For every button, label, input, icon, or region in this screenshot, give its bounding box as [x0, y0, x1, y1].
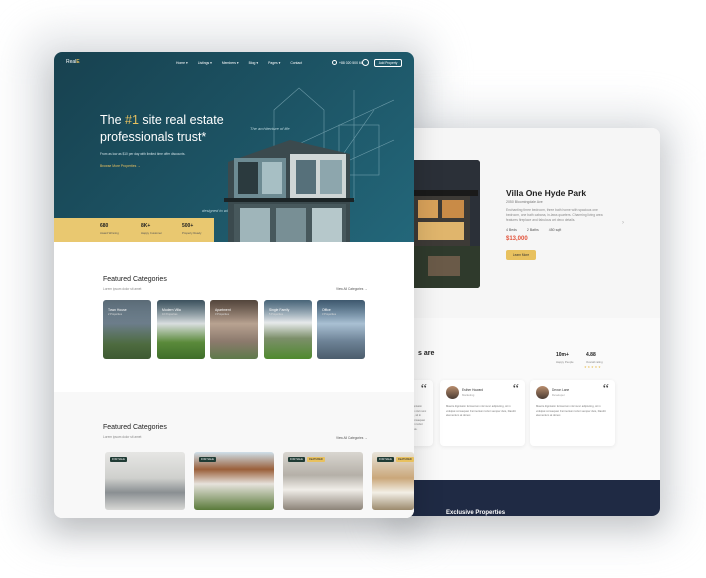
testimonials-section: s are 10m+ Happy People 4.88 Overall rat…: [398, 318, 660, 480]
logo-accent: E: [76, 59, 80, 65]
category-card-apartment[interactable]: Apartment 3 Properties: [210, 300, 258, 359]
area-spec: 450 sqft: [548, 228, 562, 232]
stat-value: 500+: [182, 223, 194, 229]
hero-title-highlight: #1: [125, 113, 139, 127]
menu-item-blog[interactable]: Blog ▾: [249, 61, 258, 65]
rating-stars-icon: ★ ★ ★ ★ ★: [584, 365, 601, 369]
featured-categories-subtitle: Lorem ipsum dolor sit amet: [103, 435, 142, 439]
testimonial-role: Developer: [552, 393, 565, 397]
category-label: Modern Villa: [162, 308, 181, 312]
testimonial-role: Marketing: [462, 393, 475, 397]
stat-happy-value: 10m+: [556, 352, 569, 358]
featured-categories-subtitle: Lorem ipsum dolor sit amet: [103, 287, 142, 291]
exclusive-section: Exclusive Properties: [398, 480, 660, 516]
stat-happy-label: Happy People: [556, 360, 574, 364]
category-label: Single Family: [269, 308, 290, 312]
property-title: Villa One Hyde Park: [506, 188, 587, 198]
category-card-modern-villa[interactable]: Modern Villa 10 Properties: [157, 300, 205, 359]
category-card-town-house[interactable]: Town House 2 Properties: [103, 300, 151, 359]
user-icon[interactable]: [362, 59, 369, 66]
avatar: [446, 386, 459, 399]
hero-section: RealE Home ▾ Listings ▾ Members ▾ Blog ▾…: [54, 52, 414, 242]
category-label: Town House: [108, 308, 127, 312]
stat-label: Happy Customer: [141, 231, 162, 235]
testimonial-name: Devon Lane: [552, 388, 570, 392]
property-address: 2050 Bloomingdale Ave: [506, 200, 543, 204]
status-badge: FOR SALE: [110, 457, 127, 462]
add-property-button[interactable]: Add Property: [374, 59, 402, 67]
learn-more-button[interactable]: Learn More: [506, 250, 536, 260]
phone-number[interactable]: +88 020 500 66: [339, 61, 363, 65]
property-photo: [408, 160, 480, 288]
property-price: $13,000: [506, 236, 528, 242]
stat-value: 680: [100, 223, 109, 229]
hero-subtitle: From as low as $10 per day with limited …: [100, 152, 186, 156]
house-image: [224, 140, 354, 242]
testimonial-card: Esther Howard Marketing “ Mauris digniss…: [440, 380, 525, 446]
site-logo[interactable]: RealE: [66, 59, 80, 65]
baths-spec: 2 Baths: [526, 228, 539, 232]
stat-label: Property Ready: [182, 231, 202, 235]
featured-badge: FEATURED: [396, 457, 414, 462]
exclusive-heading: Exclusive Properties: [446, 510, 506, 516]
property-detail-section: Villa One Hyde Park 2050 Bloomingdale Av…: [398, 128, 660, 318]
avatar: [536, 386, 549, 399]
stats-bar: 680 Award Winning 8K+ Happy Customer 500…: [54, 218, 214, 242]
category-count: 3 Properties: [322, 313, 336, 316]
testimonials-heading: s are: [418, 350, 435, 357]
category-count: 2 Properties: [108, 313, 122, 316]
testimonial-name: Esther Howard: [462, 388, 484, 392]
menu-item-home[interactable]: Home ▾: [176, 61, 188, 65]
view-all-categories-link[interactable]: View All Categories →: [336, 287, 367, 291]
beds-spec: 4 Beds: [506, 228, 517, 232]
category-count: 3 Properties: [215, 313, 229, 316]
property-card[interactable]: FOR SALE FEATURED: [372, 452, 414, 510]
hero-title-pre: The: [100, 113, 126, 127]
category-label: Apartment: [215, 308, 231, 312]
stat-rating-value: 4.88: [586, 352, 596, 358]
category-label: Office: [322, 308, 331, 312]
category-count: 10 Properties: [162, 313, 178, 316]
property-detail-mockup: Villa One Hyde Park 2050 Bloomingdale Av…: [398, 128, 660, 516]
main-menu: Home ▾ Listings ▾ Members ▾ Blog ▾ Pages…: [176, 61, 302, 65]
property-card[interactable]: FOR SALE FEATURED: [283, 452, 363, 510]
featured-categories-title: Featured Categories: [103, 424, 167, 431]
logo-text: Real: [66, 59, 77, 65]
quote-icon: “: [602, 382, 609, 397]
menu-item-members[interactable]: Members ▾: [222, 61, 239, 65]
hero-handwritten-note: The architecture of life: [250, 126, 290, 131]
status-badge: FOR SALE: [377, 457, 394, 462]
property-card[interactable]: FOR SALE: [105, 452, 185, 510]
testimonial-text: Mauris dignissim fermentum nisl nunc adi…: [446, 405, 516, 417]
menu-item-contact[interactable]: Contact: [290, 61, 302, 65]
testimonial-text: Mauris dignissim fermentum nisl nunc adi…: [536, 405, 606, 417]
mockup-stage: Villa One Hyde Park 2050 Bloomingdale Av…: [0, 0, 706, 578]
quote-icon: “: [512, 382, 519, 397]
featured-badge: FEATURED: [307, 457, 325, 462]
testimonial-card: Devon Lane Developer “ Mauris dignissim …: [530, 380, 615, 446]
top-navigation: RealE Home ▾ Listings ▾ Members ▾ Blog ▾…: [54, 52, 414, 72]
status-badge: FOR SALE: [288, 457, 305, 462]
menu-item-pages[interactable]: Pages ▾: [268, 61, 280, 65]
view-all-categories-link[interactable]: View All Categories →: [336, 436, 367, 440]
status-badge: FOR SALE: [199, 457, 216, 462]
quote-icon: “: [420, 382, 427, 397]
property-card[interactable]: FOR SALE: [194, 452, 274, 510]
property-specs: 4 Beds 2 Baths 450 sqft: [506, 228, 561, 232]
property-description: Enchanting three bedroom, three bath hom…: [506, 208, 603, 222]
browse-properties-link[interactable]: Browse More Properties →: [100, 164, 141, 168]
villa-image: [408, 160, 480, 288]
next-arrow-icon[interactable]: ›: [622, 220, 624, 226]
featured-categories-title: Featured Categories: [103, 276, 167, 283]
homepage-mockup: RealE Home ▾ Listings ▾ Members ▾ Blog ▾…: [54, 52, 414, 518]
stat-value: 8K+: [141, 223, 151, 229]
category-card-office[interactable]: Office 3 Properties: [317, 300, 365, 359]
category-count: 5 Properties: [269, 313, 283, 316]
category-card-single-family[interactable]: Single Family 5 Properties: [264, 300, 312, 359]
featured-properties-section: Featured Categories Lorem ipsum dolor si…: [54, 392, 414, 518]
phone-icon: [332, 60, 337, 65]
stat-rating-label: Overall rating: [586, 360, 603, 364]
menu-item-listings[interactable]: Listings ▾: [198, 61, 212, 65]
stat-label: Award Winning: [100, 231, 119, 235]
